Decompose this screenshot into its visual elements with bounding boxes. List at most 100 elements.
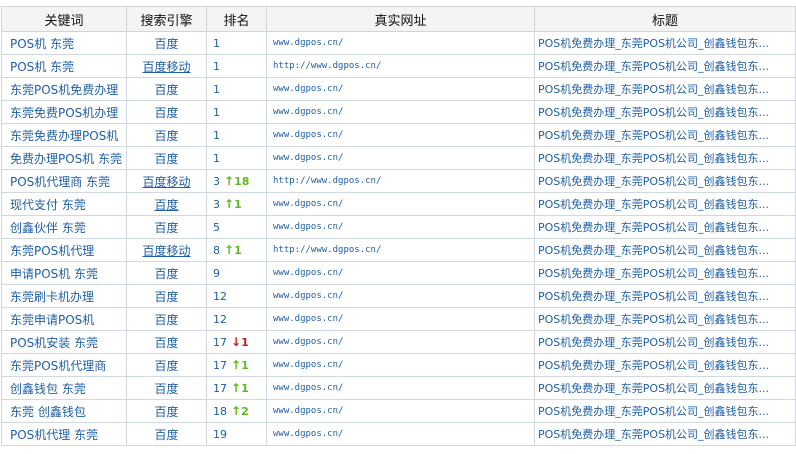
url-cell[interactable]: www.dgpos.cn/ <box>266 399 535 423</box>
engine-link[interactable]: 百度 <box>154 336 178 350</box>
title-cell[interactable]: POS机免费办理_东莞POS机公司_创鑫钱包东... <box>534 169 796 193</box>
url-cell[interactable]: www.dgpos.cn/ <box>266 215 535 239</box>
url-cell[interactable]: www.dgpos.cn/ <box>266 284 535 308</box>
title-cell[interactable]: POS机免费办理_东莞POS机公司_创鑫钱包东... <box>534 330 796 354</box>
rank-change: ↑18 <box>224 174 250 188</box>
url-cell[interactable]: www.dgpos.cn/ <box>266 100 535 124</box>
url-cell[interactable]: www.dgpos.cn/ <box>266 422 535 446</box>
engine-link[interactable]: 百度 <box>154 129 178 143</box>
rank-cell: 17 ↓1 <box>206 330 267 354</box>
rank-change-value: 1 <box>234 244 242 257</box>
url-cell[interactable]: www.dgpos.cn/ <box>266 261 535 285</box>
engine-link[interactable]: 百度 <box>154 405 178 419</box>
engine-cell: 百度移动 <box>126 169 207 193</box>
engine-link[interactable]: 百度 <box>154 267 178 281</box>
url-cell[interactable]: www.dgpos.cn/ <box>266 376 535 400</box>
title-cell[interactable]: POS机免费办理_东莞POS机公司_创鑫钱包东... <box>534 353 796 377</box>
engine-cell: 百度 <box>126 77 207 101</box>
engine-cell: 百度 <box>126 192 207 216</box>
keyword-ranking-table: 关键词 搜索引擎 排名 真实网址 标题 POS机 东莞 百度 1 www.dgpos.… <box>1 6 796 446</box>
title-cell[interactable]: POS机免费办理_东莞POS机公司_创鑫钱包东... <box>534 238 796 262</box>
header-engine: 搜索引擎 <box>126 6 207 32</box>
rank-change-value: 18 <box>234 175 250 188</box>
rank-change: ↑1 <box>224 197 242 211</box>
engine-link[interactable]: 百度 <box>154 313 178 327</box>
engine-link[interactable]: 百度 <box>154 37 178 51</box>
rank-cell: 1 <box>206 123 267 147</box>
rank-value: 1 <box>213 59 220 73</box>
engine-link[interactable]: 百度 <box>154 428 178 442</box>
engine-link[interactable]: 百度 <box>154 290 178 304</box>
engine-link[interactable]: 百度 <box>154 221 178 235</box>
keyword-cell: 申请POS机 东莞 <box>1 261 127 285</box>
rank-cell: 9 <box>206 261 267 285</box>
title-cell[interactable]: POS机免费办理_东莞POS机公司_创鑫钱包东... <box>534 399 796 423</box>
url-cell[interactable]: www.dgpos.cn/ <box>266 77 535 101</box>
rank-change: ↑1 <box>231 358 249 372</box>
title-cell[interactable]: POS机免费办理_东莞POS机公司_创鑫钱包东... <box>534 376 796 400</box>
engine-link[interactable]: 百度 <box>154 382 178 396</box>
engine-cell: 百度 <box>126 261 207 285</box>
engine-link[interactable]: 百度移动 <box>142 60 190 74</box>
engine-link[interactable]: 百度 <box>154 83 178 97</box>
url-cell[interactable]: http://www.dgpos.cn/ <box>266 169 535 193</box>
url-cell[interactable]: http://www.dgpos.cn/ <box>266 54 535 78</box>
rank-value: 12 <box>213 312 227 326</box>
url-cell[interactable]: www.dgpos.cn/ <box>266 353 535 377</box>
engine-link[interactable]: 百度移动 <box>142 175 190 189</box>
title-cell[interactable]: POS机免费办理_东莞POS机公司_创鑫钱包东... <box>534 422 796 446</box>
title-cell[interactable]: POS机免费办理_东莞POS机公司_创鑫钱包东... <box>534 123 796 147</box>
table-body: POS机 东莞 百度 1 www.dgpos.cn/POS机免费办理_东莞POS机公司… <box>1 31 796 446</box>
table-row: POS机代理 东莞 百度 19 www.dgpos.cn/POS机免费办理_东莞POS… <box>1 422 796 446</box>
title-cell[interactable]: POS机免费办理_东莞POS机公司_创鑫钱包东... <box>534 77 796 101</box>
url-cell[interactable]: www.dgpos.cn/ <box>266 307 535 331</box>
engine-link[interactable]: 百度 <box>154 106 178 120</box>
engine-link[interactable]: 百度移动 <box>142 244 190 258</box>
engine-cell: 百度 <box>126 100 207 124</box>
title-cell[interactable]: POS机免费办理_东莞POS机公司_创鑫钱包东... <box>534 307 796 331</box>
title-cell[interactable]: POS机免费办理_东莞POS机公司_创鑫钱包东... <box>534 284 796 308</box>
table-row: 东莞免费办理POS机 百度 1 www.dgpos.cn/POS机免费办理_东莞POS… <box>1 123 796 147</box>
rank-change-value: 1 <box>241 359 249 372</box>
engine-cell: 百度 <box>126 307 207 331</box>
engine-cell: 百度 <box>126 284 207 308</box>
arrow-up-icon: ↑ <box>224 243 235 257</box>
title-cell[interactable]: POS机免费办理_东莞POS机公司_创鑫钱包东... <box>534 54 796 78</box>
rank-cell: 12 <box>206 307 267 331</box>
engine-link[interactable]: 百度 <box>154 152 178 166</box>
engine-cell: 百度移动 <box>126 238 207 262</box>
arrow-up-icon: ↑ <box>231 358 242 372</box>
table-row: POS机安装 东莞 百度 17 ↓1 www.dgpos.cn/POS机免费办理_东莞P… <box>1 330 796 354</box>
engine-link[interactable]: 百度 <box>154 359 178 373</box>
arrow-down-icon: ↓ <box>231 335 242 349</box>
title-cell[interactable]: POS机免费办理_东莞POS机公司_创鑫钱包东... <box>534 261 796 285</box>
rank-cell: 3 ↑1 <box>206 192 267 216</box>
table-row: 免费办理POS机 东莞 百度 1 www.dgpos.cn/POS机免费办理_东莞PO… <box>1 146 796 170</box>
engine-cell: 百度 <box>126 330 207 354</box>
title-cell[interactable]: POS机免费办理_东莞POS机公司_创鑫钱包东... <box>534 215 796 239</box>
url-cell[interactable]: www.dgpos.cn/ <box>266 192 535 216</box>
keyword-cell: 东莞POS机免费办理 <box>1 77 127 101</box>
title-cell[interactable]: POS机免费办理_东莞POS机公司_创鑫钱包东... <box>534 100 796 124</box>
rank-change: ↓1 <box>231 335 249 349</box>
rank-value: 17 <box>213 359 227 372</box>
keyword-cell: 创鑫伙伴 东莞 <box>1 215 127 239</box>
arrow-up-icon: ↑ <box>231 381 242 395</box>
url-cell[interactable]: www.dgpos.cn/ <box>266 146 535 170</box>
engine-link[interactable]: 百度 <box>154 198 178 212</box>
rank-value: 17 <box>213 382 227 395</box>
title-cell[interactable]: POS机免费办理_东莞POS机公司_创鑫钱包东... <box>534 31 796 55</box>
url-cell[interactable]: www.dgpos.cn/ <box>266 123 535 147</box>
rank-value: 9 <box>213 266 220 280</box>
url-cell[interactable]: www.dgpos.cn/ <box>266 31 535 55</box>
rank-cell: 17 ↑1 <box>206 353 267 377</box>
url-cell[interactable]: www.dgpos.cn/ <box>266 330 535 354</box>
table-row: 东莞免费POS机办理 百度 1 www.dgpos.cn/POS机免费办理_东莞POS… <box>1 100 796 124</box>
url-cell[interactable]: http://www.dgpos.cn/ <box>266 238 535 262</box>
keyword-cell: 东莞申请POS机 <box>1 307 127 331</box>
rank-cell: 5 <box>206 215 267 239</box>
title-cell[interactable]: POS机免费办理_东莞POS机公司_创鑫钱包东... <box>534 146 796 170</box>
rank-cell: 3 ↑18 <box>206 169 267 193</box>
title-cell[interactable]: POS机免费办理_东莞POS机公司_创鑫钱包东... <box>534 192 796 216</box>
table-row: POS机 东莞 百度移动 1 http://www.dgpos.cn/POS机免费办理… <box>1 54 796 78</box>
